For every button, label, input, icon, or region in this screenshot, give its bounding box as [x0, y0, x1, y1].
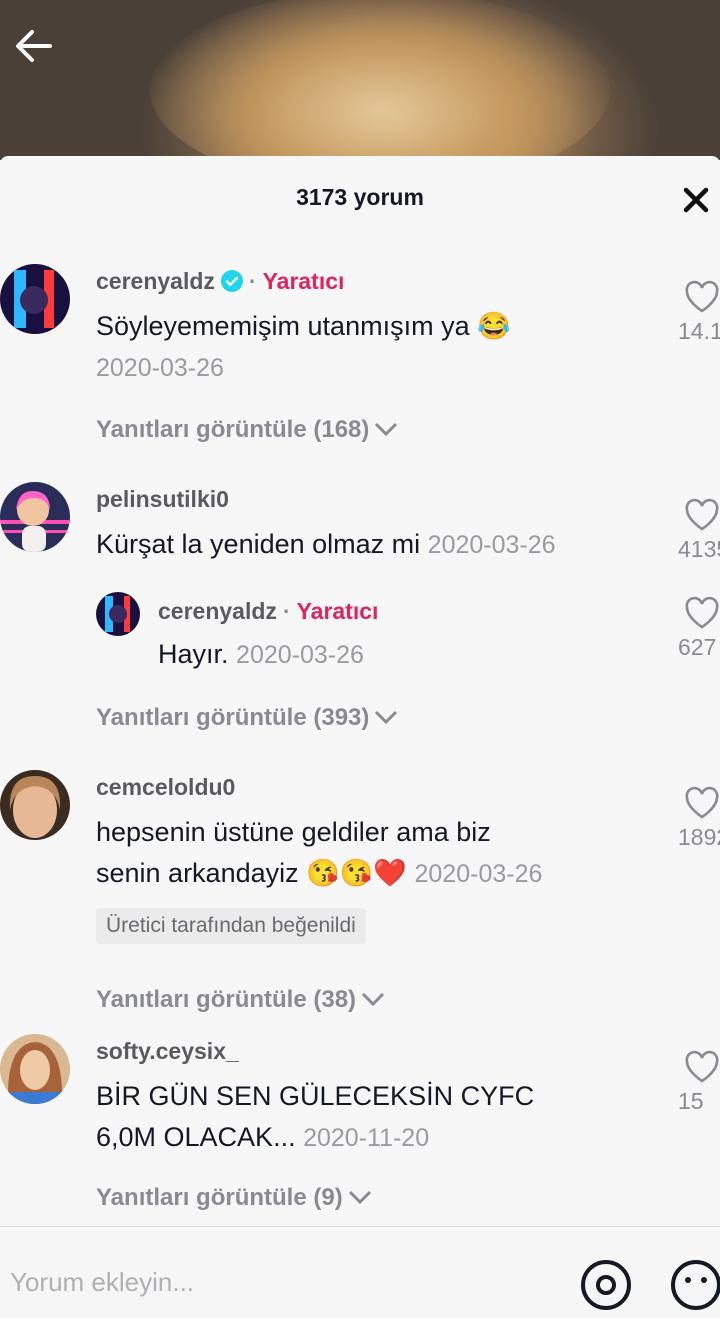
- comment-text-line: BİR GÜN SEN GÜLECEKSİN CYFC: [96, 1081, 535, 1111]
- back-arrow-icon[interactable]: [10, 22, 58, 70]
- separator-dot: ·: [282, 598, 291, 624]
- view-replies-label[interactable]: Yanıtları görüntüle (168): [96, 416, 369, 443]
- verified-icon: [220, 270, 243, 292]
- emoji-icon[interactable]: [668, 1257, 720, 1313]
- comment-text-line: 6,0M OLACAK...: [96, 1122, 296, 1152]
- like-button[interactable]: 627: [674, 596, 720, 661]
- like-count: 627: [678, 634, 717, 660]
- view-replies-button[interactable]: Yanıtları görüntüle (38): [96, 986, 386, 1014]
- like-count: 4135: [678, 536, 720, 562]
- comment-text: Söyleyememişim utanmışım ya 😂 2020-03-26: [96, 306, 511, 389]
- avatar[interactable]: [0, 770, 70, 840]
- video-background: [0, 0, 720, 160]
- avatar[interactable]: [0, 264, 70, 334]
- chevron-down-icon[interactable]: [373, 707, 399, 727]
- comment-text: BİR GÜN SEN GÜLECEKSİN CYFC 6,0M OLACAK.…: [96, 1076, 534, 1159]
- chevron-down-icon[interactable]: [360, 989, 386, 1009]
- separator-dot: ·: [248, 268, 257, 294]
- avatar[interactable]: [0, 1034, 70, 1104]
- username-text[interactable]: softy.ceysix_: [96, 1038, 239, 1064]
- username-text[interactable]: cemceloldu0: [96, 774, 235, 800]
- chevron-down-icon[interactable]: [373, 419, 399, 439]
- view-replies-button[interactable]: Yanıtları görüntüle (9): [96, 1184, 373, 1212]
- username-text[interactable]: cerenyaldz: [158, 598, 277, 624]
- comment-username[interactable]: cerenyaldz · Yaratıcı: [96, 268, 344, 295]
- view-replies-label[interactable]: Yanıtları görüntüle (393): [96, 704, 369, 731]
- like-count: 14.1K: [678, 318, 720, 344]
- video-frame: [150, 0, 610, 160]
- comment-date: 2020-03-26: [427, 531, 556, 559]
- like-count: 1892: [678, 824, 720, 850]
- heart-icon[interactable]: [684, 280, 720, 314]
- comment-text: hepsenin üstüne geldiler ama biz senin a…: [96, 812, 542, 895]
- comment-username[interactable]: pelinsutilki0: [96, 486, 229, 513]
- view-replies-label[interactable]: Yanıtları görüntüle (38): [96, 986, 356, 1013]
- like-button[interactable]: 1892: [674, 786, 720, 851]
- like-button[interactable]: 4135: [674, 498, 720, 563]
- comment-username[interactable]: cemceloldu0: [96, 774, 235, 801]
- comment-date: 2020-03-26: [96, 354, 224, 382]
- like-button[interactable]: 15: [674, 1050, 720, 1115]
- chevron-down-icon[interactable]: [347, 1187, 373, 1207]
- comment-username[interactable]: softy.ceysix_: [96, 1038, 239, 1065]
- reply-text-body: Hayır.: [158, 639, 229, 669]
- comment-count-title: 3173 yorum: [296, 184, 424, 210]
- reply-text: Hayır. 2020-03-26: [158, 634, 364, 676]
- comment-date: 2020-11-20: [303, 1124, 430, 1152]
- username-text[interactable]: pelinsutilki0: [96, 486, 229, 512]
- username-text[interactable]: cerenyaldz: [96, 268, 215, 294]
- avatar[interactable]: [96, 592, 140, 636]
- reply-username[interactable]: cerenyaldz · Yaratıcı: [158, 598, 378, 625]
- comment-input-bar: Yorum ekleyin...: [0, 1226, 720, 1310]
- heart-icon[interactable]: [684, 596, 720, 630]
- view-replies-button[interactable]: Yanıtları görüntüle (393): [96, 704, 399, 732]
- creator-label: Yaratıcı: [296, 598, 379, 624]
- view-replies-label[interactable]: Yanıtları görüntüle (9): [96, 1184, 343, 1211]
- comment-text-body: Söyleyememişim utanmışım ya 😂: [96, 311, 511, 341]
- creator-label: Yaratıcı: [262, 268, 345, 294]
- like-count: 15: [678, 1088, 704, 1114]
- comment-text-line: senin arkandayiz 😘😘❤️: [96, 858, 407, 888]
- comments-sheet: 3173 yorum cerenyaldz · Yaratıcı Söyleyeme…: [0, 156, 720, 1280]
- comment-date: 2020-03-26: [414, 860, 543, 888]
- reply-date: 2020-03-26: [236, 641, 364, 669]
- at-icon[interactable]: [578, 1257, 634, 1313]
- close-icon[interactable]: [676, 180, 716, 220]
- comment-text: Kürşat la yeniden olmaz mi 2020-03-26: [96, 524, 556, 566]
- heart-icon[interactable]: [684, 1050, 720, 1084]
- comment-text-line: hepsenin üstüne geldiler ama biz: [96, 817, 491, 847]
- like-button[interactable]: 14.1K: [674, 280, 720, 345]
- avatar[interactable]: [0, 482, 70, 552]
- view-replies-button[interactable]: Yanıtları görüntüle (168): [96, 416, 399, 444]
- comment-text-body: Kürşat la yeniden olmaz mi: [96, 529, 421, 559]
- heart-icon[interactable]: [684, 498, 720, 532]
- comment-input[interactable]: Yorum ekleyin...: [10, 1267, 194, 1298]
- heart-icon[interactable]: [684, 786, 720, 820]
- creator-liked-badge: Üretici tarafından beğenildi: [96, 908, 366, 944]
